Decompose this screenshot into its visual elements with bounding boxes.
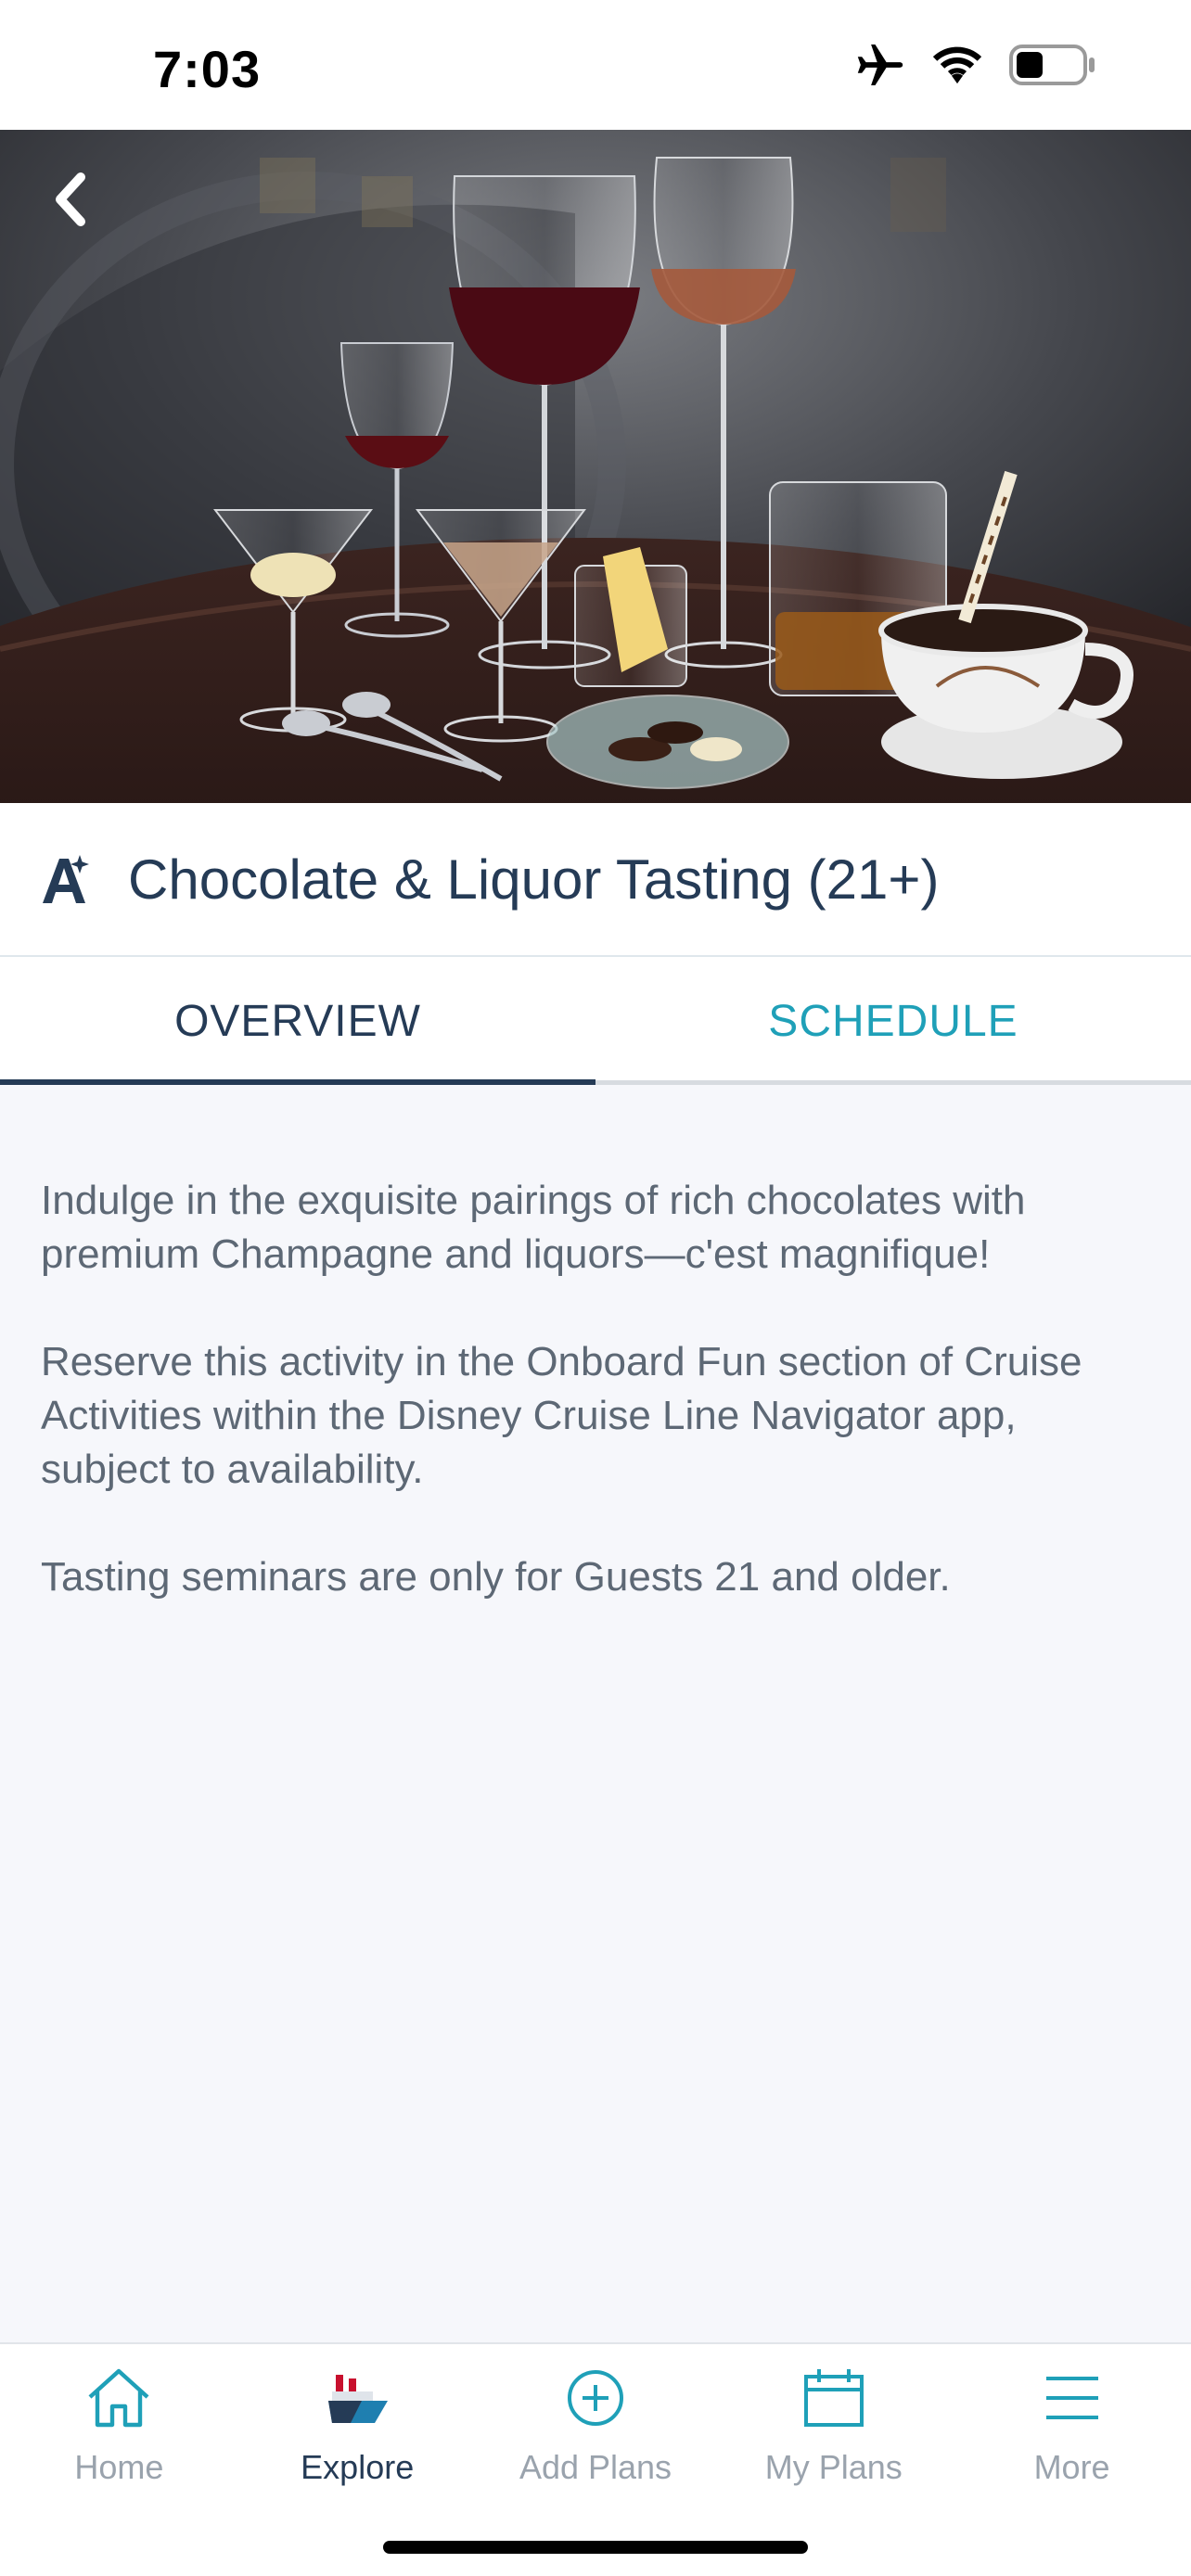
chocolate-and-liquor-photo [0, 130, 1191, 803]
status-bar: 7:03 [0, 0, 1191, 130]
status-icons [855, 45, 1098, 85]
nav-explore[interactable]: Explore [238, 2365, 477, 2487]
nav-my-plans[interactable]: My Plans [714, 2365, 953, 2487]
nav-add-plans[interactable]: Add Plans [477, 2365, 715, 2487]
battery-icon [1009, 45, 1095, 85]
hero-image [0, 130, 1191, 803]
tab-schedule-label: SCHEDULE [768, 996, 1018, 1046]
calendar-icon [803, 2369, 864, 2427]
activity-star-icon [43, 855, 89, 903]
age-restriction-paragraph: Tasting seminars are only for Guests 21 … [41, 1554, 951, 1600]
page-title: Chocolate & Liquor Tasting (21+) [128, 848, 940, 911]
nav-add-plans-label: Add Plans [519, 2448, 672, 2486]
wifi-icon [932, 46, 982, 84]
home-icon [88, 2368, 149, 2428]
back-button[interactable] [28, 158, 111, 241]
tab-overview-label: OVERVIEW [174, 996, 421, 1046]
nav-more[interactable]: More [953, 2365, 1191, 2487]
status-time: 7:03 [153, 40, 262, 98]
nav-my-plans-label: My Plans [764, 2448, 903, 2486]
activity-title-bar: Chocolate & Liquor Tasting (21+) [0, 803, 1191, 957]
tab-schedule[interactable]: SCHEDULE [596, 957, 1191, 1085]
ship-icon [328, 2375, 389, 2423]
chevron-left-icon [56, 172, 85, 226]
overview-content: Indulge in the exquisite pairings of ric… [0, 1085, 1191, 2342]
nav-more-label: More [1033, 2448, 1110, 2486]
tab-overview[interactable]: OVERVIEW [0, 957, 596, 1085]
nav-explore-label: Explore [301, 2448, 415, 2486]
home-indicator [383, 2541, 808, 2554]
nav-home-label: Home [74, 2448, 164, 2486]
reservation-paragraph: Reserve this activity in the Onboard Fun… [41, 1339, 1082, 1492]
description-paragraph: Indulge in the exquisite pairings of ric… [41, 1178, 1026, 1277]
nav-home[interactable]: Home [0, 2365, 238, 2487]
airplane-icon [857, 45, 903, 85]
menu-icon [1045, 2377, 1098, 2419]
plus-circle-icon [567, 2370, 623, 2426]
tab-strip: OVERVIEW SCHEDULE [0, 957, 1191, 1085]
